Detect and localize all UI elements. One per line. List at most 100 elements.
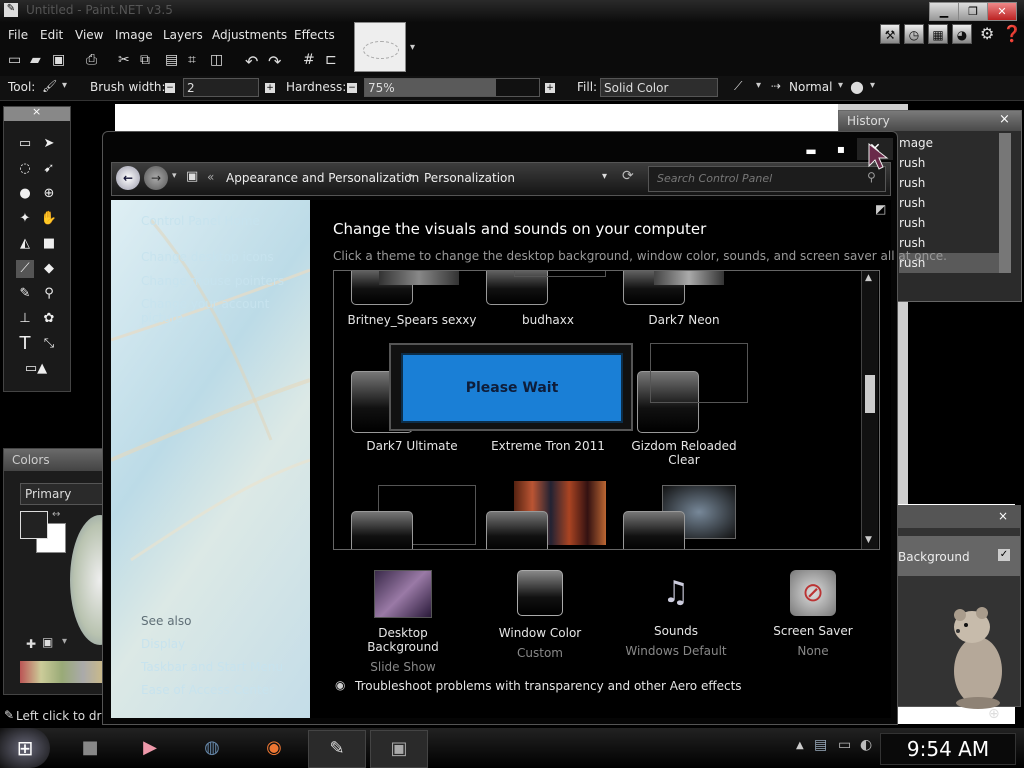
history-item[interactable]: rush [899, 193, 999, 213]
search-input[interactable]: Search Control Panel ⚲ [648, 166, 886, 192]
taskbar-start-menu-link[interactable]: Taskbar and Start Menu [141, 660, 283, 674]
colors-window-icon[interactable]: ◕ [952, 24, 972, 44]
taskbar-clock[interactable]: 9:54 AM [880, 733, 1016, 765]
theme-name[interactable]: budhaxx [478, 313, 618, 327]
search-icon[interactable]: ⚲ [867, 170, 876, 184]
zoom-status-icon[interactable]: ⊕ [988, 706, 1000, 722]
refresh-icon[interactable]: ⟳ [622, 168, 634, 184]
close-button[interactable]: ✕ [987, 2, 1017, 21]
paste-icon[interactable]: ▤ [165, 52, 178, 68]
theme-name[interactable]: Dark7 Neon [614, 313, 754, 327]
window-color-button[interactable]: Window Color Custom [480, 570, 600, 660]
print-icon[interactable]: ⎙ [86, 52, 97, 68]
add-color-icon[interactable]: ✚ [26, 637, 36, 651]
pan-icon[interactable]: ✋ [40, 210, 58, 228]
antialias-icon[interactable]: ⟋ [734, 79, 742, 94]
gradient-icon[interactable]: ■ [40, 235, 58, 253]
palette-dropdown-icon[interactable]: ▾ [62, 636, 67, 647]
theme-name[interactable]: Extreme Tron 2011 [478, 439, 618, 453]
new-file-icon[interactable]: ▭ [8, 52, 21, 68]
theme-tile-row3-3[interactable] [623, 511, 685, 549]
taskbar-paintnet-icon[interactable]: ✎ [308, 730, 366, 768]
blend-mode-value[interactable]: Normal [789, 80, 832, 94]
color-picker-icon[interactable]: ⚲ [40, 285, 58, 303]
back-button[interactable]: ← [116, 166, 140, 190]
theme-gallery[interactable]: Britney_Spears sexxy budhaxx Dark7 Neon … [333, 270, 880, 550]
layer-row[interactable]: Background ✓ [898, 536, 1020, 576]
history-item[interactable]: mage [899, 133, 999, 153]
tools-close-icon[interactable]: × [32, 105, 41, 118]
display-link[interactable]: Display [141, 637, 185, 651]
color-mode-select[interactable]: Primary [20, 483, 106, 505]
change-desktop-icons-link[interactable]: Change desktop icons [141, 250, 274, 264]
start-button[interactable]: ⊞ [0, 728, 50, 768]
history-window-icon[interactable]: ◷ [904, 24, 924, 44]
history-close-icon[interactable]: × [999, 112, 1010, 127]
tray-network-icon[interactable]: ▤ [814, 737, 827, 753]
pencil-icon[interactable]: ✎ [16, 285, 34, 303]
primary-color-swatch[interactable] [20, 511, 48, 539]
layer-visible-checkbox[interactable]: ✓ [998, 549, 1010, 561]
antialias-dropdown-icon[interactable]: ▾ [756, 80, 761, 91]
change-mouse-pointers-link[interactable]: Change mouse pointers [141, 274, 284, 288]
move-selection-icon[interactable]: ➤ [40, 135, 58, 153]
desktop-background-button[interactable]: Desktop Background Slide Show [343, 570, 463, 674]
troubleshoot-link[interactable]: Troubleshoot problems with transparency … [355, 679, 742, 693]
crop-icon[interactable]: ⌗ [188, 52, 196, 68]
zoom-icon[interactable]: ⊕ [40, 185, 58, 203]
cp-maximize-button[interactable]: ▪ [827, 142, 855, 156]
hardness-slider[interactable]: 75% [364, 78, 540, 97]
shapes-icon[interactable]: ▭▲ [16, 360, 56, 378]
maximize-button[interactable]: ❐ [958, 2, 988, 21]
breadcrumb-separator-icon[interactable]: ▸ [409, 171, 414, 181]
menu-edit[interactable]: Edit [40, 28, 63, 42]
menu-view[interactable]: View [75, 28, 103, 42]
sounds-button[interactable]: ♫ Sounds Windows Default [616, 570, 736, 658]
taskbar-media-player-icon[interactable]: ▶ [122, 730, 178, 766]
grid-icon[interactable]: # [303, 52, 315, 68]
history-dropdown-icon[interactable]: ▾ [172, 171, 177, 181]
hardness-increase-button[interactable]: + [545, 83, 555, 93]
theme-tile-row3-1[interactable] [351, 511, 413, 549]
help-corner-icon[interactable]: ◩ [875, 202, 886, 216]
taskbar-control-panel-icon[interactable]: ▣ [370, 730, 428, 768]
scroll-up-icon[interactable]: ▲ [865, 273, 872, 283]
menu-adjustments[interactable]: Adjustments [212, 28, 287, 42]
scroll-thumb[interactable] [865, 375, 875, 413]
tray-expand-icon[interactable]: ▲ [796, 740, 804, 751]
history-item[interactable]: rush [899, 153, 999, 173]
menu-effects[interactable]: Effects [294, 28, 335, 42]
alpha-blend-icon[interactable]: ● [850, 77, 864, 96]
brush-width-increase-button[interactable]: + [265, 83, 275, 93]
breadcrumb-overflow[interactable]: « [207, 170, 214, 184]
rectangle-select-icon[interactable]: ▭ [16, 135, 34, 153]
undo-icon[interactable]: ↶ [245, 52, 258, 71]
palette-icon[interactable]: ▣ [42, 635, 53, 649]
magic-wand-icon[interactable]: ✦ [16, 210, 34, 228]
move-selected-icon[interactable]: ➹ [40, 160, 58, 178]
tools-window-icon[interactable]: ⚒ [880, 24, 900, 44]
menu-layers[interactable]: Layers [163, 28, 203, 42]
taskbar-explorer-icon[interactable]: ■ [62, 730, 118, 766]
lasso-icon[interactable]: ◌ [16, 160, 34, 178]
forward-button[interactable]: → [144, 166, 168, 190]
image-thumbnail[interactable] [354, 22, 406, 72]
minimize-button[interactable]: ▁ [929, 2, 959, 21]
ruler-icon[interactable]: ⊏ [325, 52, 337, 68]
redo-icon[interactable]: ↷ [268, 52, 281, 71]
scroll-down-icon[interactable]: ▼ [865, 535, 872, 545]
blend-mode-icon[interactable]: ⇢ [771, 79, 781, 93]
taskbar-globe-icon[interactable]: ◍ [184, 730, 240, 766]
theme-name[interactable]: Britney_Spears sexxy [342, 313, 482, 327]
theme-name[interactable]: Dark7 Ultimate [342, 439, 482, 453]
palette-swatches[interactable] [20, 661, 104, 683]
copy-icon[interactable]: ⧉ [140, 52, 150, 68]
help-icon[interactable]: ❓ [1002, 24, 1022, 43]
cp-minimize-button[interactable]: ▬ [797, 144, 825, 158]
theme-tile-row3-2[interactable] [486, 511, 548, 549]
brush-width-input[interactable]: 2 [183, 78, 259, 97]
save-icon[interactable]: ▣ [52, 52, 65, 68]
menu-file[interactable]: File [8, 28, 28, 42]
alpha-dropdown-icon[interactable]: ▾ [870, 80, 875, 91]
paintbrush-tool-icon[interactable]: ⟋ [16, 260, 34, 278]
